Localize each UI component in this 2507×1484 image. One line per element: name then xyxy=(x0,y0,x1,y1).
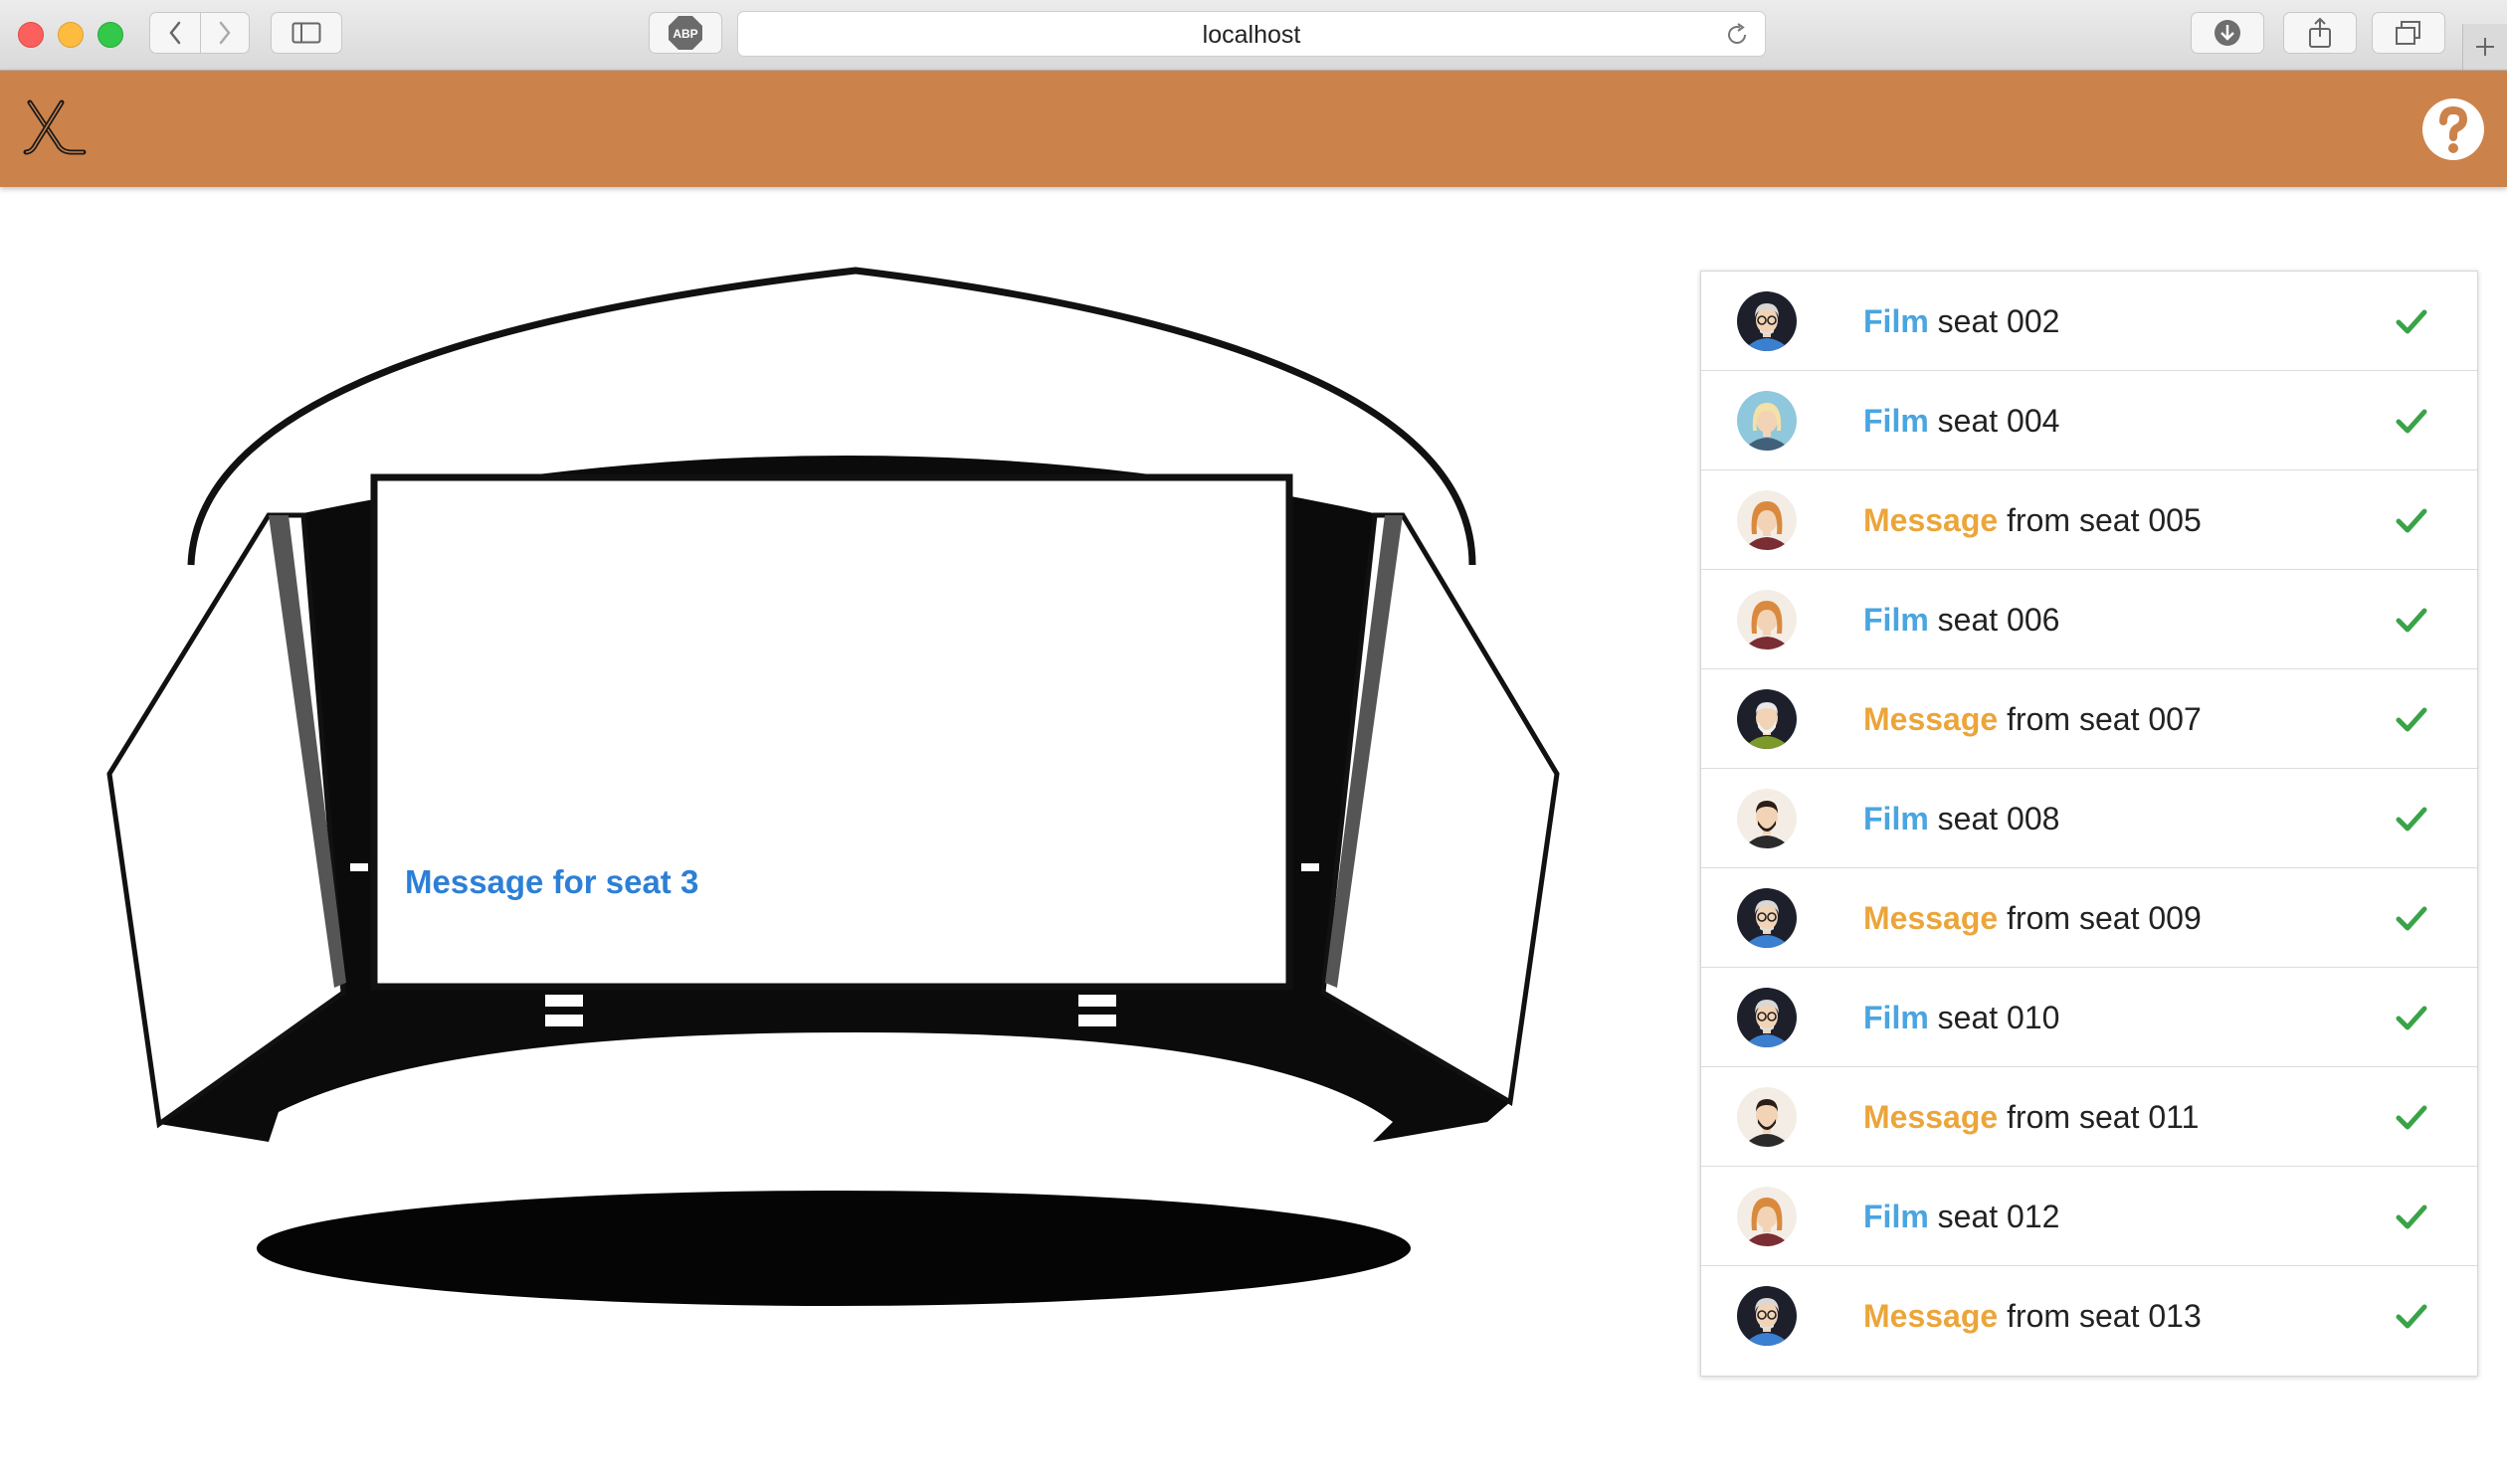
back-icon xyxy=(169,21,181,45)
window-zoom-button[interactable] xyxy=(97,22,123,48)
seat-item-label: from seat 011 xyxy=(2007,1099,2200,1135)
browser-toolbar: ABP localhost xyxy=(0,0,2507,71)
seat-item-kind: Message xyxy=(1863,1298,1999,1334)
seat-item-label: from seat 005 xyxy=(2007,502,2202,538)
check-icon xyxy=(2396,1004,2427,1036)
window-minimize-button[interactable] xyxy=(58,22,84,48)
seat-item-label: seat 008 xyxy=(1937,801,2060,836)
seat-item-text: Message from seat 013 xyxy=(1863,1266,2202,1366)
seat-list: Film seat 002 Film seat 004 Message from s… xyxy=(1700,271,2478,1377)
seat-item-kind: Film xyxy=(1863,303,1929,339)
window-close-button[interactable] xyxy=(18,22,44,48)
seat-item-text: Film seat 008 xyxy=(1863,769,2059,868)
forward-button[interactable] xyxy=(200,12,250,54)
seat-item-text: Film seat 006 xyxy=(1863,570,2059,669)
seat-item-text: Message from seat 005 xyxy=(1863,470,2202,570)
seat-item-text: Message from seat 011 xyxy=(1863,1067,2199,1167)
avatar xyxy=(1737,789,1797,848)
seat-item-text: Film seat 004 xyxy=(1863,371,2059,470)
check-icon xyxy=(2396,506,2427,539)
app-header xyxy=(0,71,2507,187)
list-item[interactable]: Message from seat 009 xyxy=(1701,868,2477,968)
check-icon xyxy=(2396,606,2427,639)
avatar xyxy=(1737,291,1797,351)
list-item[interactable]: Message from seat 005 xyxy=(1701,470,2477,570)
seat-item-kind: Message xyxy=(1863,502,1999,538)
avatar xyxy=(1737,888,1797,948)
check-icon xyxy=(2396,407,2427,440)
address-bar[interactable]: localhost xyxy=(737,11,1766,57)
downloads-button[interactable] xyxy=(2191,12,2264,54)
list-item[interactable]: Message from seat 007 xyxy=(1701,669,2477,769)
hockey-sticks-icon[interactable] xyxy=(22,98,88,158)
avatar xyxy=(1737,391,1797,451)
url-text: localhost xyxy=(1202,21,1301,49)
check-icon xyxy=(2396,1203,2427,1235)
seat-item-label: from seat 007 xyxy=(2007,701,2202,737)
list-item[interactable]: Message from seat 013 xyxy=(1701,1266,2477,1366)
share-button[interactable] xyxy=(2283,12,2357,54)
seat-item-label: seat 002 xyxy=(1937,303,2060,339)
list-item[interactable]: Message from seat 011 xyxy=(1701,1067,2477,1167)
avatar xyxy=(1737,988,1797,1047)
avatar xyxy=(1737,689,1797,749)
sidebar-toggle-button[interactable] xyxy=(271,12,342,54)
seat-item-label: from seat 009 xyxy=(2007,900,2202,936)
question-icon[interactable] xyxy=(2421,97,2485,161)
check-icon xyxy=(2396,1103,2427,1136)
seat-item-text: Message from seat 009 xyxy=(1863,868,2202,968)
stage-drawing xyxy=(106,267,1560,1306)
seat-item-kind: Film xyxy=(1863,403,1929,439)
check-icon xyxy=(2396,1302,2427,1335)
stage-illustration xyxy=(99,267,1592,1316)
list-item[interactable]: Film seat 008 xyxy=(1701,769,2477,868)
seat-item-text: Film seat 012 xyxy=(1863,1167,2059,1266)
seat-item-text: Message from seat 007 xyxy=(1863,669,2202,769)
seat-item-kind: Film xyxy=(1863,602,1929,638)
check-icon xyxy=(2396,805,2427,837)
screen-message: Message for seat 3 xyxy=(405,863,699,900)
list-item[interactable]: Film seat 006 xyxy=(1701,570,2477,669)
check-icon xyxy=(2396,307,2427,340)
seat-item-kind: Film xyxy=(1863,1000,1929,1035)
check-icon xyxy=(2396,904,2427,937)
list-item[interactable]: Film seat 004 xyxy=(1701,371,2477,470)
share-icon xyxy=(2309,17,2331,48)
seat-item-label: from seat 013 xyxy=(2007,1298,2202,1334)
download-icon xyxy=(2215,20,2240,46)
seat-item-label: seat 012 xyxy=(1937,1199,2060,1234)
avatar xyxy=(1737,490,1797,550)
seat-item-label: seat 004 xyxy=(1937,403,2060,439)
seat-item-label: seat 006 xyxy=(1937,602,2060,638)
avatar xyxy=(1737,1087,1797,1147)
new-tab-icon xyxy=(2476,38,2494,56)
avatar xyxy=(1737,590,1797,649)
forward-icon xyxy=(219,21,231,45)
show-tabs-button[interactable] xyxy=(2372,12,2445,54)
seat-item-kind: Message xyxy=(1863,900,1999,936)
list-item[interactable]: Film seat 012 xyxy=(1701,1167,2477,1266)
list-item[interactable]: Film seat 002 xyxy=(1701,272,2477,371)
check-icon xyxy=(2396,705,2427,738)
adblock-icon: ABP xyxy=(669,16,702,50)
seat-item-text: Film seat 002 xyxy=(1863,272,2059,371)
seat-item-kind: Message xyxy=(1863,1099,1999,1135)
reload-icon[interactable] xyxy=(1725,23,1749,47)
seat-item-text: Film seat 010 xyxy=(1863,968,2059,1067)
new-tab-button[interactable] xyxy=(2462,24,2507,70)
adblock-badge-text: ABP xyxy=(673,27,697,41)
seat-item-kind: Film xyxy=(1863,801,1929,836)
avatar xyxy=(1737,1286,1797,1346)
avatar xyxy=(1737,1187,1797,1246)
adblock-extension-button[interactable]: ABP xyxy=(649,12,722,54)
seat-item-label: seat 010 xyxy=(1937,1000,2060,1035)
back-button[interactable] xyxy=(149,12,201,54)
sidebar-icon xyxy=(291,22,321,44)
seat-item-kind: Film xyxy=(1863,1199,1929,1234)
tabs-icon xyxy=(2396,21,2420,45)
seat-item-kind: Message xyxy=(1863,701,1999,737)
list-item[interactable]: Film seat 010 xyxy=(1701,968,2477,1067)
